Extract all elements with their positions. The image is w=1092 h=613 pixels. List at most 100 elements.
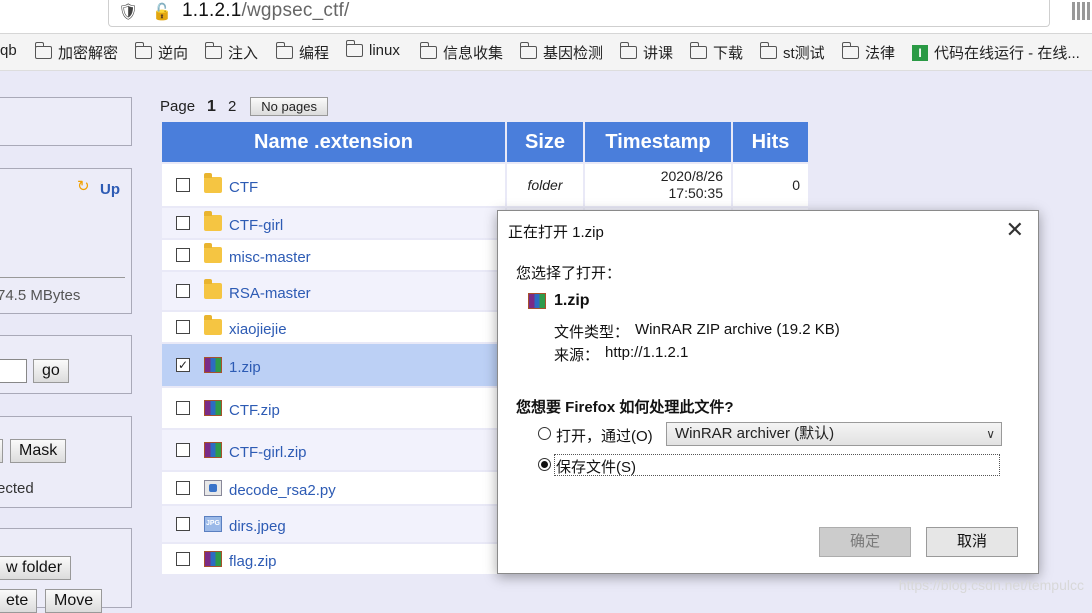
refresh-icon: ↻	[77, 178, 90, 195]
left-panel-disk: ↻ Up 74.5 MBytes	[0, 168, 132, 314]
goto-input[interactable]	[0, 359, 27, 383]
file-name-link[interactable]: flag.zip	[229, 553, 277, 570]
bookmark-programming[interactable]: 编程	[275, 42, 329, 63]
file-name-link[interactable]: CTF	[229, 179, 258, 196]
qr-code-icon[interactable]	[1072, 2, 1090, 20]
bookmark-encrypt-decrypt[interactable]: 加密解密	[34, 42, 118, 63]
shield-icon[interactable]: 🛡	[118, 2, 138, 24]
ok-button[interactable]: 确定	[819, 527, 911, 557]
file-type-label: 文件类型：	[554, 324, 630, 341]
row-checkbox[interactable]	[176, 552, 190, 566]
source-value: http://1.1.2.1	[605, 344, 689, 361]
bookmark-law[interactable]: 法律	[841, 42, 895, 63]
partial-button[interactable]	[0, 439, 3, 463]
file-name-link[interactable]: CTF-girl.zip	[229, 444, 307, 461]
col-name-header[interactable]: Name .extension	[162, 122, 505, 162]
file-name-link[interactable]: misc-master	[229, 249, 311, 266]
file-name-link[interactable]: CTF-girl	[229, 217, 283, 234]
chosen-label: 您选择了打开：	[516, 265, 622, 282]
file-name-link[interactable]: decode_rsa2.py	[229, 482, 336, 499]
move-button[interactable]: Move	[45, 589, 103, 613]
open-file-dialog: 正在打开 1.zip ✕ 您选择了打开： 1.zip 文件类型： WinRAR …	[497, 210, 1039, 574]
bookmark-reverse[interactable]: 逆向	[134, 42, 188, 63]
current-page: 1	[207, 97, 216, 115]
row-checkbox[interactable]	[176, 443, 190, 457]
row-checkbox[interactable]	[176, 284, 190, 298]
python-file-icon	[204, 480, 222, 496]
up-link[interactable]: Up	[100, 181, 120, 198]
cancel-button[interactable]: 取消	[926, 527, 1018, 557]
dialog-file-name: 1.zip	[554, 292, 590, 309]
go-button[interactable]: go	[33, 359, 69, 383]
name-cell: CTF	[162, 164, 505, 206]
open-with-radio[interactable]	[538, 427, 551, 440]
folder-icon	[204, 279, 222, 299]
folder-icon	[204, 315, 222, 335]
zip-file-icon	[528, 293, 546, 309]
folder-icon	[345, 40, 363, 57]
folder-icon	[204, 42, 222, 59]
bookmark-injection[interactable]: 注入	[204, 42, 258, 63]
folder-icon	[275, 42, 293, 59]
open-with-app-select[interactable]: WinRAR archiver (默认) ∨	[666, 422, 1002, 446]
col-hits-header[interactable]: Hits	[733, 122, 808, 162]
row-checkbox[interactable]	[176, 517, 190, 531]
new-folder-button[interactable]: w folder	[0, 556, 72, 580]
left-panel-goto: go	[0, 335, 132, 394]
file-name-link[interactable]: xiaojiejie	[229, 321, 287, 338]
divider	[0, 277, 125, 278]
col-size-header[interactable]: Size	[507, 122, 583, 162]
open-with-label[interactable]: 打开，通过(O)	[556, 425, 653, 446]
folder-icon	[34, 42, 52, 59]
zip-file-icon	[204, 551, 222, 567]
row-checkbox[interactable]	[176, 216, 190, 230]
bookmark-lecture[interactable]: 讲课	[619, 42, 673, 63]
disk-usage-text: 74.5 MBytes	[0, 287, 81, 304]
timestamp-time: 17:50:35	[668, 185, 724, 201]
chevron-down-icon: ∨	[986, 427, 995, 441]
col-timestamp-header[interactable]: Timestamp	[585, 122, 731, 162]
file-name-link[interactable]: 1.zip	[229, 359, 261, 376]
name-cell: CTF-girl.zip	[162, 430, 505, 470]
bookmark-gene-test[interactable]: 基因检测	[519, 42, 603, 63]
source-label: 来源：	[554, 347, 600, 364]
bookmark-download[interactable]: 下载	[689, 42, 743, 63]
file-name-link[interactable]: CTF.zip	[229, 402, 280, 419]
bookmark-code-online[interactable]: I 代码在线运行 - 在线...	[912, 42, 1080, 63]
mask-button[interactable]: Mask	[10, 439, 67, 463]
table-row[interactable]: CTF folder 2020/8/26 17:50:35 0	[162, 164, 808, 206]
row-checkbox[interactable]	[176, 320, 190, 334]
insecure-lock-icon[interactable]: 🔓	[152, 2, 172, 22]
bookmark-linux[interactable]: linux	[345, 40, 400, 59]
folder-icon	[519, 42, 537, 59]
no-pages-button[interactable]: No pages	[250, 97, 328, 116]
page-2-link[interactable]: 2	[228, 98, 236, 115]
file-name-link[interactable]: RSA-master	[229, 285, 311, 302]
image-file-icon: JPG	[204, 516, 222, 532]
bookmark-st-test[interactable]: st测试	[759, 42, 825, 63]
row-checkbox[interactable]	[176, 178, 190, 192]
name-cell: decode_rsa2.py	[162, 472, 505, 504]
bookmark-info-gathering[interactable]: 信息收集	[419, 42, 503, 63]
close-icon[interactable]: ✕	[1006, 217, 1024, 243]
file-name-link[interactable]: dirs.jpeg	[229, 518, 286, 535]
row-checkbox[interactable]: ✓	[176, 358, 190, 372]
save-file-label[interactable]: 保存文件(S)	[556, 456, 636, 477]
name-cell: misc-master	[162, 240, 505, 270]
row-checkbox[interactable]	[176, 401, 190, 415]
row-checkbox[interactable]	[176, 481, 190, 495]
watermark-text: https://blog.csdn.net/tempulcc	[898, 577, 1084, 593]
save-file-radio[interactable]	[538, 458, 551, 471]
zip-file-icon	[204, 442, 222, 458]
size-cell: folder	[507, 164, 583, 206]
name-cell: xiaojiejie	[162, 312, 505, 342]
name-cell: CTF.zip	[162, 388, 505, 428]
delete-button[interactable]: ete	[0, 589, 38, 613]
url-text[interactable]: 1.1.2.1/wgpsec_ctf/	[182, 0, 350, 22]
name-cell: CTF-girl	[162, 208, 505, 238]
bookmark-qb[interactable]: qb	[0, 42, 17, 59]
row-checkbox[interactable]	[176, 248, 190, 262]
folder-icon	[204, 243, 222, 263]
name-cell: flag.zip	[162, 544, 505, 574]
folder-icon	[689, 42, 707, 59]
